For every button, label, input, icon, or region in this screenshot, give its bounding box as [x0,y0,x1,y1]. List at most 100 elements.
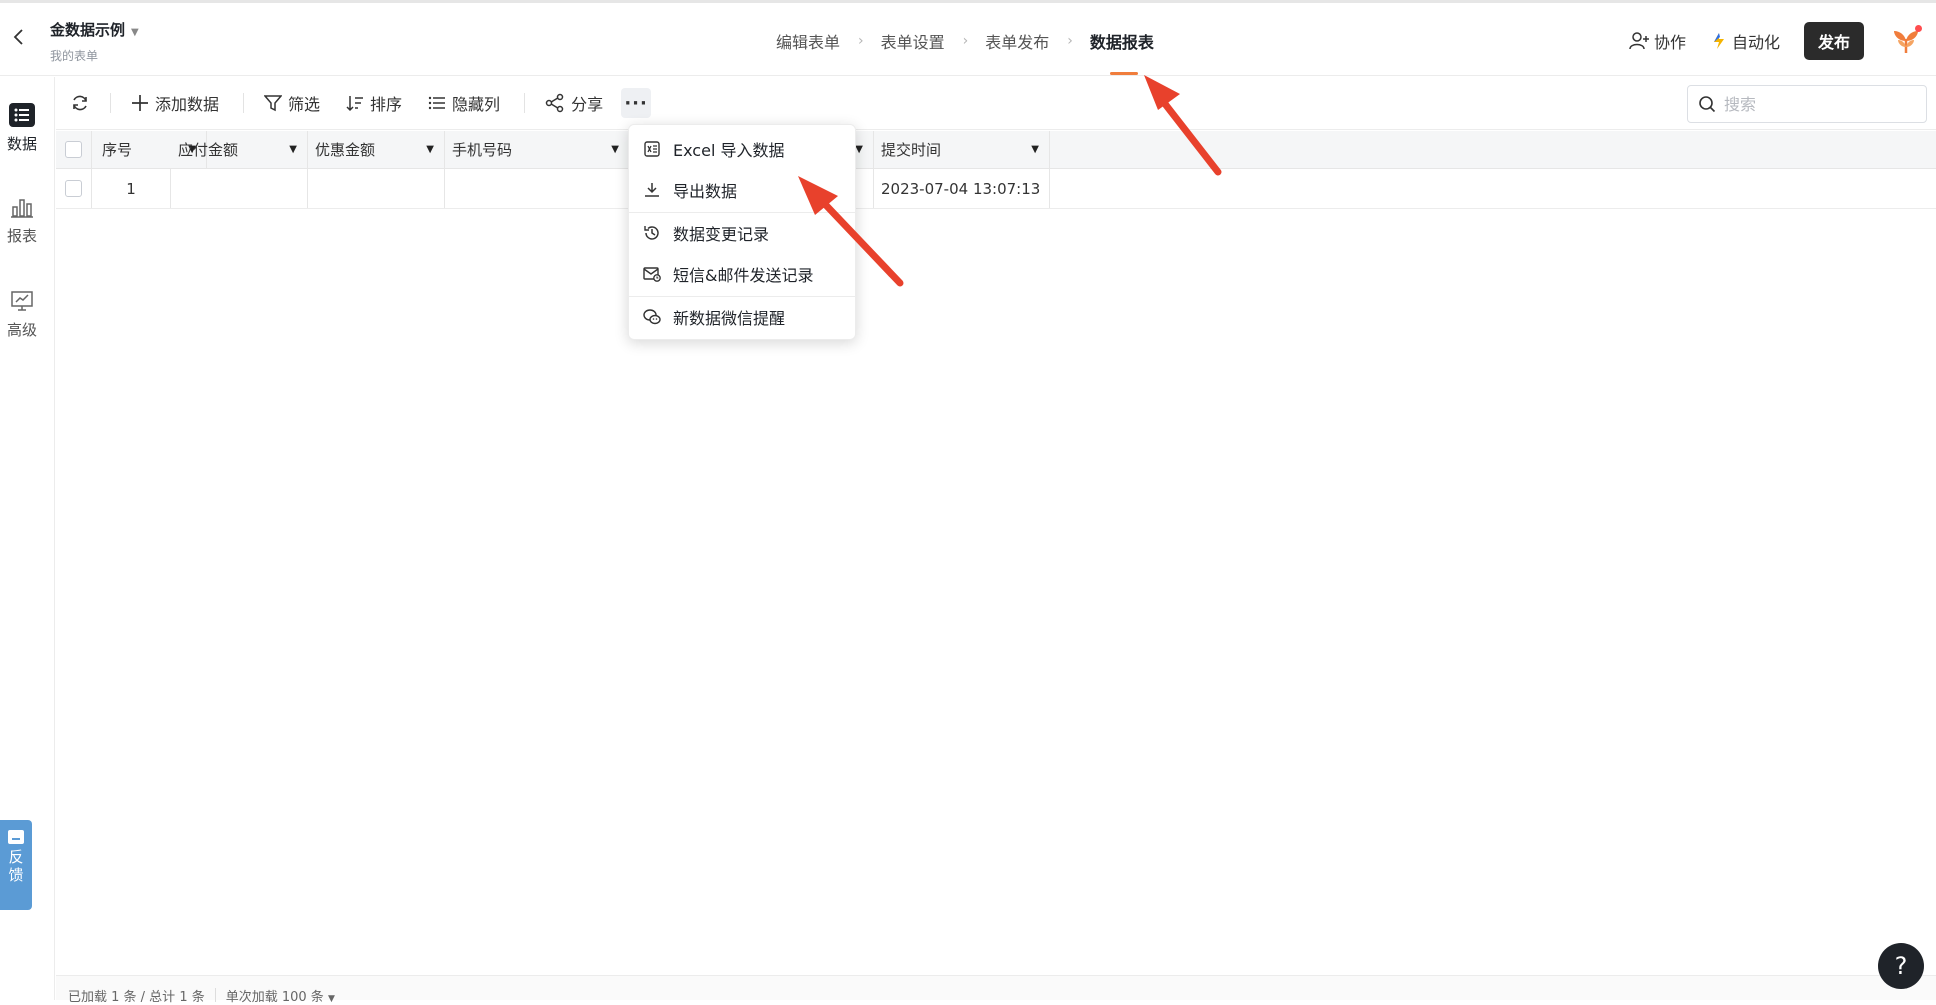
feedback-label: 反馈 [8,848,24,884]
table-cell[interactable]: 1 [92,169,171,208]
menu-item-label: 短信&邮件发送记录 [673,266,814,285]
form-title-text: 金数据示例 [50,21,126,39]
menu-item-label: Excel 导入数据 [673,141,785,160]
nav-item-data[interactable]: 数据 [0,103,44,154]
nav-item-advanced[interactable]: 高级 [0,289,44,340]
feedback-tab[interactable]: 反馈 [0,820,32,910]
sort-button[interactable]: 排序 [346,91,402,115]
caret-down-icon[interactable]: ▼ [426,144,434,155]
add-user-icon [1629,32,1649,50]
toolbar-divider [524,93,526,113]
caret-down-icon: ▼ [131,27,139,38]
excel-import-icon [644,141,660,157]
monitor-chart-icon [11,291,33,311]
caret-down-icon[interactable]: ▼ [289,144,297,155]
back-icon[interactable] [12,27,32,51]
automation-button[interactable]: 自动化 [1710,29,1780,53]
chevron-right-icon: › [1067,33,1073,49]
wechat-icon [643,309,661,325]
search-input[interactable] [1724,94,1904,114]
column-header[interactable]: 手机号码 ▼ [445,131,630,168]
sort-label: 排序 [370,95,403,114]
hide-columns-button[interactable]: 隐藏列 [428,91,500,115]
menu-item-label: 新数据微信提醒 [673,309,786,328]
plus-icon [132,95,148,111]
step-form-settings[interactable]: 表单设置 [881,29,945,53]
add-data-button[interactable]: 添加数据 [131,91,219,115]
footer: 已加载 1 条 / 总计 1 条 单次加载 100 条 ▼ [56,975,1936,1005]
share-icon [545,93,564,113]
nav-item-report[interactable]: 报表 [0,195,44,246]
caret-down-icon[interactable]: ▼ [611,144,619,155]
menu-item-change-log[interactable]: 数据变更记录 [629,213,855,253]
help-button[interactable]: ? [1878,943,1924,989]
menu-item-excel-import[interactable]: Excel 导入数据 [629,129,855,169]
history-icon [644,226,659,240]
toolbar-divider [243,93,245,113]
mail-icon [643,267,661,282]
list-icon [9,103,35,127]
per-load-select[interactable]: 单次加载 100 条 ▼ [226,986,335,1005]
more-menu: Excel 导入数据 导出数据 数据变更记录 短信&邮件发送记录 新数据微信提醒 [628,124,856,340]
menu-item-export[interactable]: 导出数据 [629,170,855,210]
more-button[interactable]: ··· [621,88,652,118]
column-header-label: 序号 [102,141,133,159]
filter-label: 筛选 [288,95,321,114]
filter-button[interactable]: 筛选 [264,91,320,115]
form-title-box[interactable]: 金数据示例 ▼ 我的表单 [50,19,139,64]
list-icon [428,96,446,110]
nav-item-label: 数据 [6,135,37,153]
search-box[interactable] [1687,85,1927,123]
publish-button[interactable]: 发布 [1804,22,1864,60]
add-data-label: 添加数据 [155,95,220,114]
table-header: 序号 ▼ 应付金额 ▼ 优惠金额 ▼ 手机号码 ▼ ▼ 提交时间 ▼ [56,131,1936,169]
select-all-cell [56,131,92,168]
table-cell[interactable] [445,169,630,208]
search-icon [1699,96,1716,113]
chevron-right-icon: › [858,33,864,49]
column-header-label: 优惠金额 [315,141,376,159]
caret-down-icon[interactable]: ▼ [855,144,863,155]
menu-item-label: 数据变更记录 [673,225,770,244]
table-row[interactable]: 1 2023-07-04 13:07:13 [56,169,1936,209]
step-form-publish[interactable]: 表单发布 [985,29,1049,53]
filter-icon [264,95,283,112]
caret-down-icon[interactable]: ▼ [1031,144,1039,155]
share-button[interactable]: 分享 [545,91,603,115]
table-cell[interactable]: 2023-07-04 13:07:13 [874,169,1050,208]
row-select-cell [56,169,92,208]
column-header[interactable]: 提交时间 ▼ [874,131,1050,168]
refresh-button[interactable] [70,93,96,113]
hide-columns-label: 隐藏列 [452,95,501,114]
table-cell[interactable] [171,169,308,208]
refresh-icon [73,95,87,111]
menu-item-label: 导出数据 [673,182,738,201]
column-header-label: 手机号码 [452,141,513,159]
automation-label: 自动化 [1731,33,1780,52]
row-checkbox[interactable] [65,180,82,197]
avatar[interactable] [1888,23,1924,59]
form-subtitle: 我的表单 [50,49,99,63]
select-all-checkbox[interactable] [65,141,82,158]
collab-label: 协作 [1653,33,1686,52]
download-icon [645,183,659,197]
column-header[interactable]: 应付金额 ▼ [171,131,308,168]
header: 金数据示例 ▼ 我的表单 编辑表单 › 表单设置 › 表单发布 › 数据报表 协作… [0,3,1936,76]
chevron-right-icon: › [962,33,969,49]
loaded-count-text: 已加载 1 条 / 总计 1 条 [68,989,205,1005]
collab-button[interactable]: 协作 [1628,29,1686,53]
step-data-report[interactable]: 数据报表 [1090,29,1154,53]
menu-item-wechat-reminder[interactable]: 新数据微信提醒 [629,297,855,337]
automation-icon [1713,33,1724,49]
notification-dot [1915,25,1922,32]
step-edit-form[interactable]: 编辑表单 [776,29,840,53]
header-actions: 协作 自动化 发布 [1628,21,1936,61]
form-title[interactable]: 金数据示例 ▼ [50,19,139,40]
toolbar-divider [110,93,111,113]
menu-item-send-log[interactable]: 短信&邮件发送记录 [629,254,855,294]
toolbar: 添加数据 筛选 排序 隐藏列 分享 ··· [56,77,1936,130]
data-grid: 序号 ▼ 应付金额 ▼ 优惠金额 ▼ 手机号码 ▼ ▼ 提交时间 ▼ 1 2023-07-… [56,131,1936,209]
column-header[interactable]: 优惠金额 ▼ [308,131,445,168]
table-cell[interactable] [308,169,445,208]
step-nav: 编辑表单 › 表单设置 › 表单发布 › 数据报表 [776,29,1154,53]
